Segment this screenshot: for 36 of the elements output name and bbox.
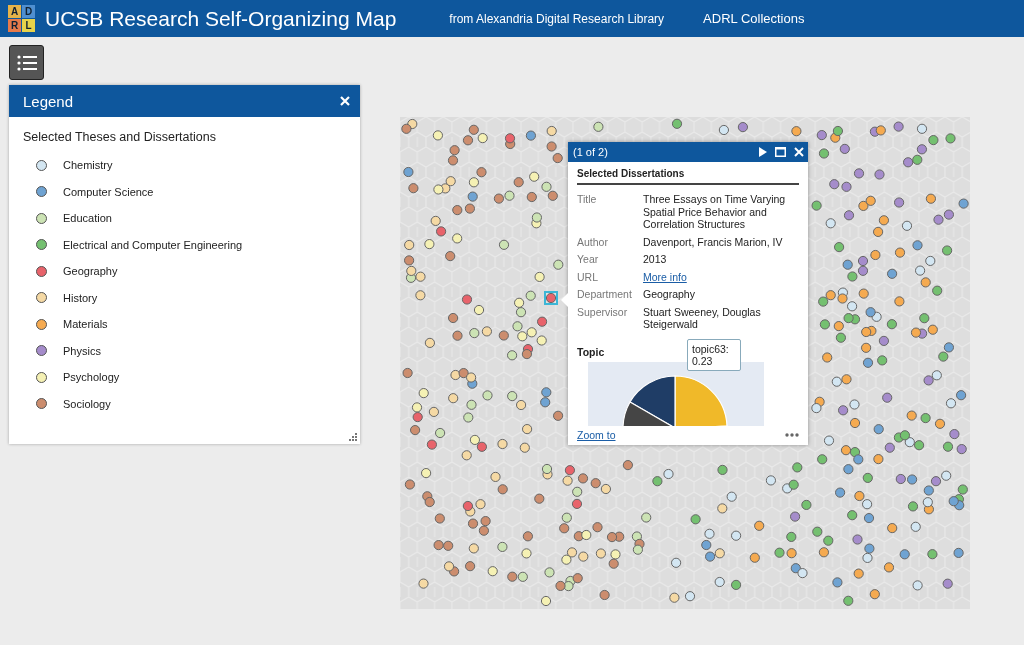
logo-tile: R: [8, 19, 21, 32]
field-value: Geography: [643, 288, 696, 301]
field-label: Supervisor: [577, 305, 629, 320]
header-link[interactable]: from Alexandria Digital Research Library: [449, 11, 665, 26]
popup-heading: Selected Dissertations: [577, 168, 799, 185]
legend-label: Education: [63, 212, 112, 225]
field-label: Author: [577, 235, 609, 248]
field-value: Stuart Sweeney, Douglas Steigerwald: [643, 305, 762, 331]
legend-subtitle: Selected Theses and Dissertations: [23, 130, 217, 144]
legend-label: Computer Science: [63, 185, 154, 198]
field-value: Three Essays on Time Varying Spatial Price Behavior and Correlation Structures: [643, 193, 787, 231]
legend-label: Physics: [63, 344, 101, 357]
field-value: 2013: [643, 253, 668, 266]
field-label: Title: [577, 193, 598, 207]
legend-label: History: [63, 291, 98, 304]
field-label: Year: [577, 253, 600, 266]
zoom-to-link[interactable]: Zoom to: [577, 428, 616, 441]
header-link[interactable]: ADRL Collections: [703, 11, 805, 26]
field-label: Department: [577, 288, 633, 301]
app-title: UCSB Research Self-Organizing Map: [45, 6, 397, 31]
legend-title: Legend: [23, 92, 74, 110]
logo-tile: D: [22, 5, 35, 18]
field-label: URL: [577, 270, 599, 283]
legend-label: Chemistry: [63, 159, 113, 172]
legend-label: Psychology: [63, 371, 120, 384]
chart-tooltip: topic63: 0.23: [687, 338, 741, 371]
more-info-link[interactable]: More info: [643, 270, 687, 283]
logo-tile: A: [8, 5, 21, 18]
legend-label: Geography: [63, 265, 118, 278]
legend-label: Materials: [63, 318, 108, 331]
field-value: Davenport, Francis Marion, IV: [643, 235, 784, 248]
feature-counter: (1 of 2): [573, 146, 609, 158]
logo-tile: L: [22, 19, 35, 32]
topic-heading: Topic: [577, 345, 605, 358]
legend-label: Electrical and Computer Engineering: [63, 238, 243, 251]
legend-label: Sociology: [63, 397, 111, 410]
